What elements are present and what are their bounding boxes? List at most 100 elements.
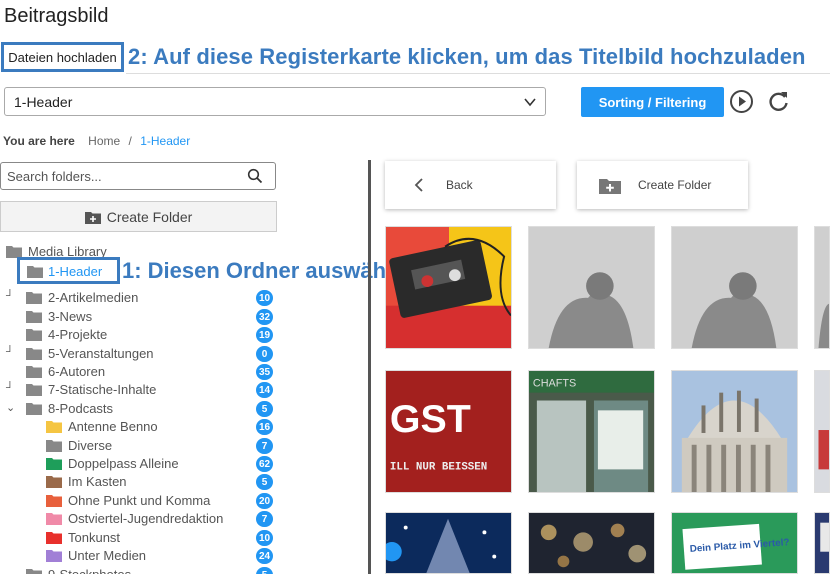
folder-icon <box>46 513 62 525</box>
partial-image <box>815 513 829 573</box>
tree-toggle-icon[interactable]: ┘ <box>6 346 18 360</box>
tree-toggle-icon[interactable] <box>6 530 18 544</box>
poster-image: GST ILL NUR BEISSEN <box>386 371 511 492</box>
page-title: Beitragsbild <box>4 5 109 27</box>
chevron-left-icon <box>414 178 423 192</box>
search-folders-input[interactable]: Search folders... <box>0 162 276 190</box>
count-badge: 24 <box>256 548 273 564</box>
folder-icon <box>46 550 62 562</box>
media-thumbnail[interactable] <box>814 370 830 493</box>
folder-icon <box>26 366 42 378</box>
annotation-step-1: 1: Diesen Ordner auswählen <box>122 258 420 284</box>
tree-toggle-icon[interactable] <box>6 474 18 488</box>
folder-select[interactable]: 1-Header <box>4 87 546 116</box>
folder-icon <box>26 292 42 304</box>
sorting-filtering-button[interactable]: Sorting / Filtering <box>581 87 724 117</box>
tree-toggle-icon[interactable] <box>6 548 18 562</box>
tree-item-label: Antenne Benno <box>68 419 158 434</box>
tree-item[interactable]: Tonkunst 10 <box>0 529 280 547</box>
tree-toggle-icon[interactable] <box>6 438 18 452</box>
folder-icon <box>46 440 62 452</box>
count-badge: 5 <box>256 474 273 490</box>
tree-item-label: Tonkunst <box>68 530 121 545</box>
tree-item[interactable]: Ostviertel-Jugendredaktion 7 <box>0 510 280 528</box>
tree-item[interactable]: Doppelpass Alleine 62 <box>0 455 280 473</box>
tree-toggle-icon[interactable] <box>6 456 18 470</box>
tree-item[interactable]: Unter Medien 24 <box>0 547 280 565</box>
back-label: Back <box>446 178 473 192</box>
breadcrumb-home[interactable]: Home <box>88 134 120 148</box>
tree-item[interactable]: Diverse 7 <box>0 437 280 455</box>
media-thumbnail[interactable] <box>671 226 798 349</box>
breadcrumb-separator: / <box>128 134 132 148</box>
create-folder-card-button[interactable]: Create Folder <box>577 161 748 209</box>
count-badge: 7 <box>256 511 273 527</box>
media-thumbnail[interactable] <box>528 512 655 574</box>
tree-item-label: 9-Stockphotos <box>48 567 131 574</box>
search-icon[interactable] <box>247 168 263 184</box>
refresh-icon[interactable] <box>766 89 791 114</box>
breadcrumb-current[interactable]: 1-Header <box>140 134 190 148</box>
tree-item[interactable]: ┘ 5-Veranstaltungen 0 <box>0 345 280 363</box>
tree-toggle-icon[interactable]: ┘ <box>6 290 18 304</box>
media-thumbnail[interactable] <box>814 512 830 574</box>
tree-item[interactable]: Ohne Punkt und Komma 20 <box>0 492 280 510</box>
count-badge: 0 <box>256 346 273 362</box>
storefront-text: CHAFTS <box>533 378 576 390</box>
tree-item[interactable]: Im Kasten 5 <box>0 473 280 491</box>
folder-icon <box>46 532 62 544</box>
capitol-building-image <box>672 371 797 492</box>
tree-item[interactable]: ┘ 2-Artikelmedien 10 <box>0 289 280 307</box>
tree-item-label: 5-Veranstaltungen <box>48 346 154 361</box>
tree-item[interactable]: 6-Autoren 35 <box>0 363 280 381</box>
upload-files-tab[interactable]: Dateien hochladen <box>1 42 124 72</box>
tree-item-label: Ohne Punkt und Komma <box>68 493 211 508</box>
folder-icon <box>26 348 42 360</box>
count-badge: 62 <box>256 456 273 472</box>
folder-icon <box>46 476 62 488</box>
count-badge: 19 <box>256 327 273 343</box>
media-thumbnail[interactable]: GST ILL NUR BEISSEN <box>385 370 512 493</box>
tree-toggle-icon[interactable]: ⌄ <box>6 401 18 415</box>
tree-toggle-icon[interactable] <box>6 309 18 323</box>
tree-item-label: Unter Medien <box>68 548 147 563</box>
tree-toggle-icon[interactable] <box>6 364 18 378</box>
portrait-silhouette-image <box>815 227 829 348</box>
media-thumbnail[interactable] <box>671 370 798 493</box>
media-thumbnail[interactable] <box>385 512 512 574</box>
tree-toggle-icon[interactable]: ┘ <box>6 382 18 396</box>
count-badge: 20 <box>256 493 273 509</box>
tree-item[interactable]: 9-Stockphotos 5 <box>0 566 280 574</box>
back-button[interactable]: Back <box>385 161 556 209</box>
media-thumbnail[interactable]: Dein Platz im Viertel? <box>671 512 798 574</box>
tree-item[interactable]: ┘ 7-Statische-Inhalte 14 <box>0 381 280 399</box>
tree-item-selected[interactable]: 1-Header <box>17 257 120 284</box>
media-thumbnail[interactable]: CHAFTS <box>528 370 655 493</box>
count-badge: 32 <box>256 309 273 325</box>
poster-subtext: ILL NUR BEISSEN <box>390 461 487 473</box>
tree-toggle-icon[interactable] <box>6 493 18 507</box>
tree-item[interactable]: 3-News 32 <box>0 308 280 326</box>
breadcrumb: You are here Home / 1-Header <box>3 134 190 148</box>
storefront-image: CHAFTS <box>529 371 654 492</box>
tree-item-label: Ostviertel-Jugendredaktion <box>68 511 224 526</box>
tree-item[interactable]: Antenne Benno 16 <box>0 418 280 436</box>
count-badge: 16 <box>256 419 273 435</box>
folder-icon <box>26 403 42 415</box>
media-thumbnail[interactable] <box>528 226 655 349</box>
panel-divider <box>368 160 371 574</box>
annotation-step-2: 2: Auf diese Registerkarte klicken, um d… <box>128 44 806 69</box>
media-thumbnail[interactable] <box>814 226 830 349</box>
tree-item-label: 2-Artikelmedien <box>48 290 139 305</box>
play-icon[interactable] <box>729 89 754 114</box>
create-folder-button[interactable]: Create Folder <box>0 201 277 232</box>
media-thumbnail[interactable] <box>385 226 512 349</box>
tree-toggle-icon[interactable] <box>6 567 18 574</box>
tree-item[interactable]: 4-Projekte 19 <box>0 326 280 344</box>
folder-icon <box>46 495 62 507</box>
tree-toggle-icon[interactable] <box>6 511 18 525</box>
tab-divider-line <box>126 73 830 74</box>
tree-toggle-icon[interactable] <box>6 327 18 341</box>
tree-item[interactable]: ⌄ 8-Podcasts 5 <box>0 400 280 418</box>
tree-toggle-icon[interactable] <box>6 419 18 433</box>
